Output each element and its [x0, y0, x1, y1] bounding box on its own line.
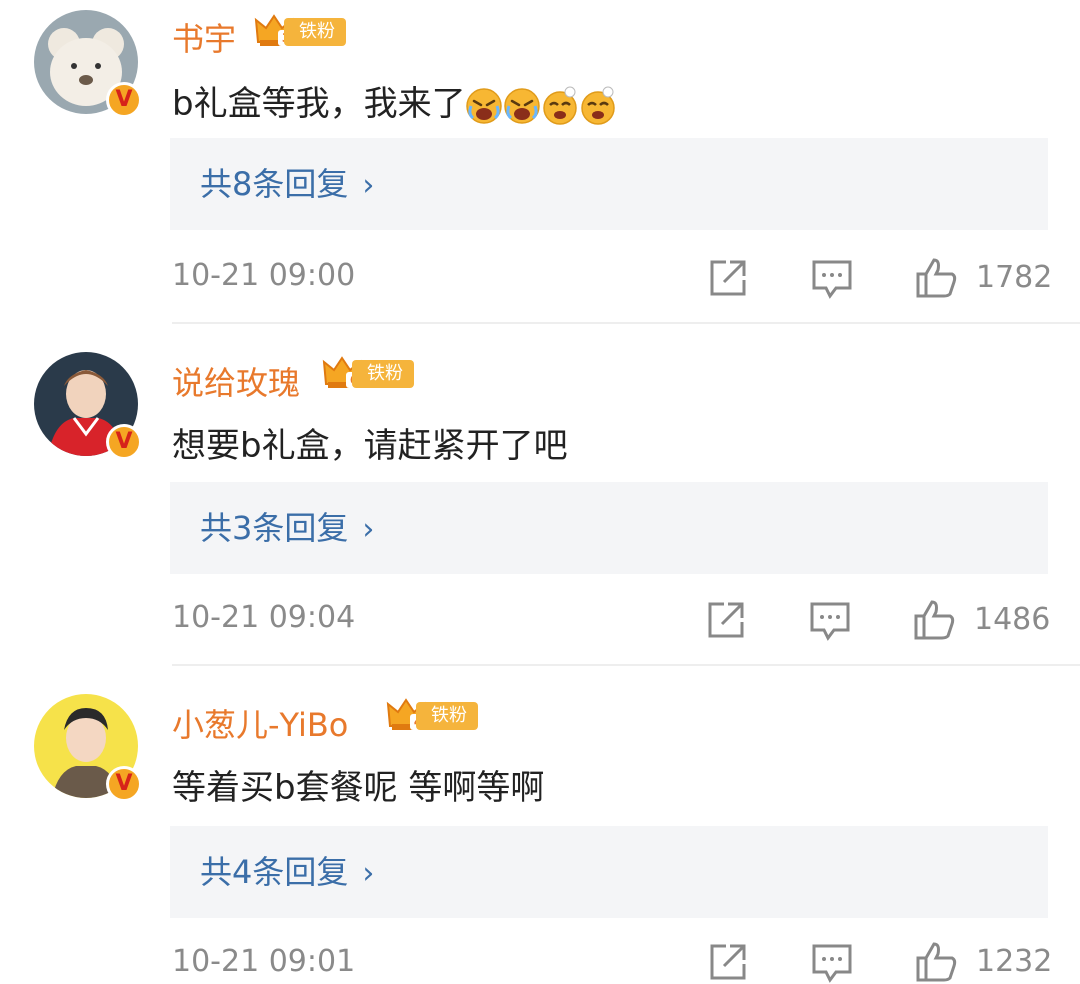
- share-icon[interactable]: [706, 940, 750, 984]
- like-button[interactable]: 1232: [914, 940, 1054, 984]
- reply-count-label: 共8条回复: [200, 165, 349, 203]
- divider: [172, 322, 1080, 324]
- replies-panel[interactable]: 共8条回复 ›: [170, 138, 1048, 230]
- view-replies-link[interactable]: 共4条回复 ›: [200, 826, 374, 920]
- fan-badge[interactable]: 4 铁粉: [386, 696, 478, 734]
- crying-emoji-icon: [465, 87, 502, 124]
- comment-icon[interactable]: [810, 256, 854, 300]
- fan-badge[interactable]: 3 铁粉: [254, 12, 346, 50]
- reply-count-label: 共4条回复: [200, 853, 349, 891]
- username[interactable]: 说给玫瑰: [172, 358, 300, 404]
- like-button[interactable]: 1782: [914, 256, 1054, 300]
- comment-text: 想要b礼盒，请赶紧开了吧: [172, 426, 568, 466]
- comment-text: b礼盒等我，我来了: [172, 76, 618, 126]
- thumbs-up-icon: [916, 942, 957, 982]
- username[interactable]: 小葱儿-YiBo: [172, 700, 348, 746]
- comment-text-content: b礼盒等我，我来了: [172, 84, 466, 124]
- replies-panel[interactable]: 共3条回复 ›: [170, 482, 1048, 574]
- comment-icon[interactable]: [808, 598, 852, 642]
- verified-badge-icon: V: [106, 766, 142, 802]
- share-icon[interactable]: [704, 598, 748, 642]
- avatar[interactable]: V: [34, 10, 142, 118]
- relieved-emoji-icon: [580, 86, 615, 125]
- fan-badge-label: 铁粉: [284, 18, 346, 46]
- like-button[interactable]: 1486: [912, 598, 1052, 642]
- comment-icon[interactable]: [810, 940, 854, 984]
- view-replies-link[interactable]: 共8条回复 ›: [200, 138, 374, 232]
- fan-badge-label: 铁粉: [352, 360, 414, 388]
- crying-emoji-icon: [503, 87, 540, 124]
- view-replies-link[interactable]: 共3条回复 ›: [200, 482, 374, 576]
- chevron-right-icon: ›: [362, 512, 375, 547]
- verified-badge-icon: V: [106, 424, 142, 460]
- chevron-right-icon: ›: [362, 856, 375, 891]
- share-icon[interactable]: [706, 256, 750, 300]
- avatar[interactable]: V: [34, 352, 142, 460]
- timestamp: 10-21 09:04: [172, 600, 356, 635]
- username[interactable]: 书宇: [172, 14, 236, 60]
- like-count: 1486: [974, 602, 1051, 637]
- fan-badge[interactable]: 6 铁粉: [322, 354, 414, 392]
- thumbs-up-icon: [916, 258, 957, 298]
- relieved-emoji-icon: [542, 86, 577, 125]
- replies-panel[interactable]: 共4条回复 ›: [170, 826, 1048, 918]
- timestamp: 10-21 09:01: [172, 944, 356, 979]
- fan-badge-label: 铁粉: [416, 702, 478, 730]
- thumbs-up-icon: [914, 600, 955, 640]
- verified-badge-icon: V: [106, 82, 142, 118]
- like-count: 1232: [976, 944, 1053, 979]
- like-count: 1782: [976, 260, 1053, 295]
- timestamp: 10-21 09:00: [172, 258, 356, 293]
- avatar[interactable]: V: [34, 694, 142, 802]
- reply-count-label: 共3条回复: [200, 509, 349, 547]
- divider: [172, 664, 1080, 666]
- comment-text: 等着买b套餐呢 等啊等啊: [172, 768, 545, 808]
- chevron-right-icon: ›: [362, 168, 375, 203]
